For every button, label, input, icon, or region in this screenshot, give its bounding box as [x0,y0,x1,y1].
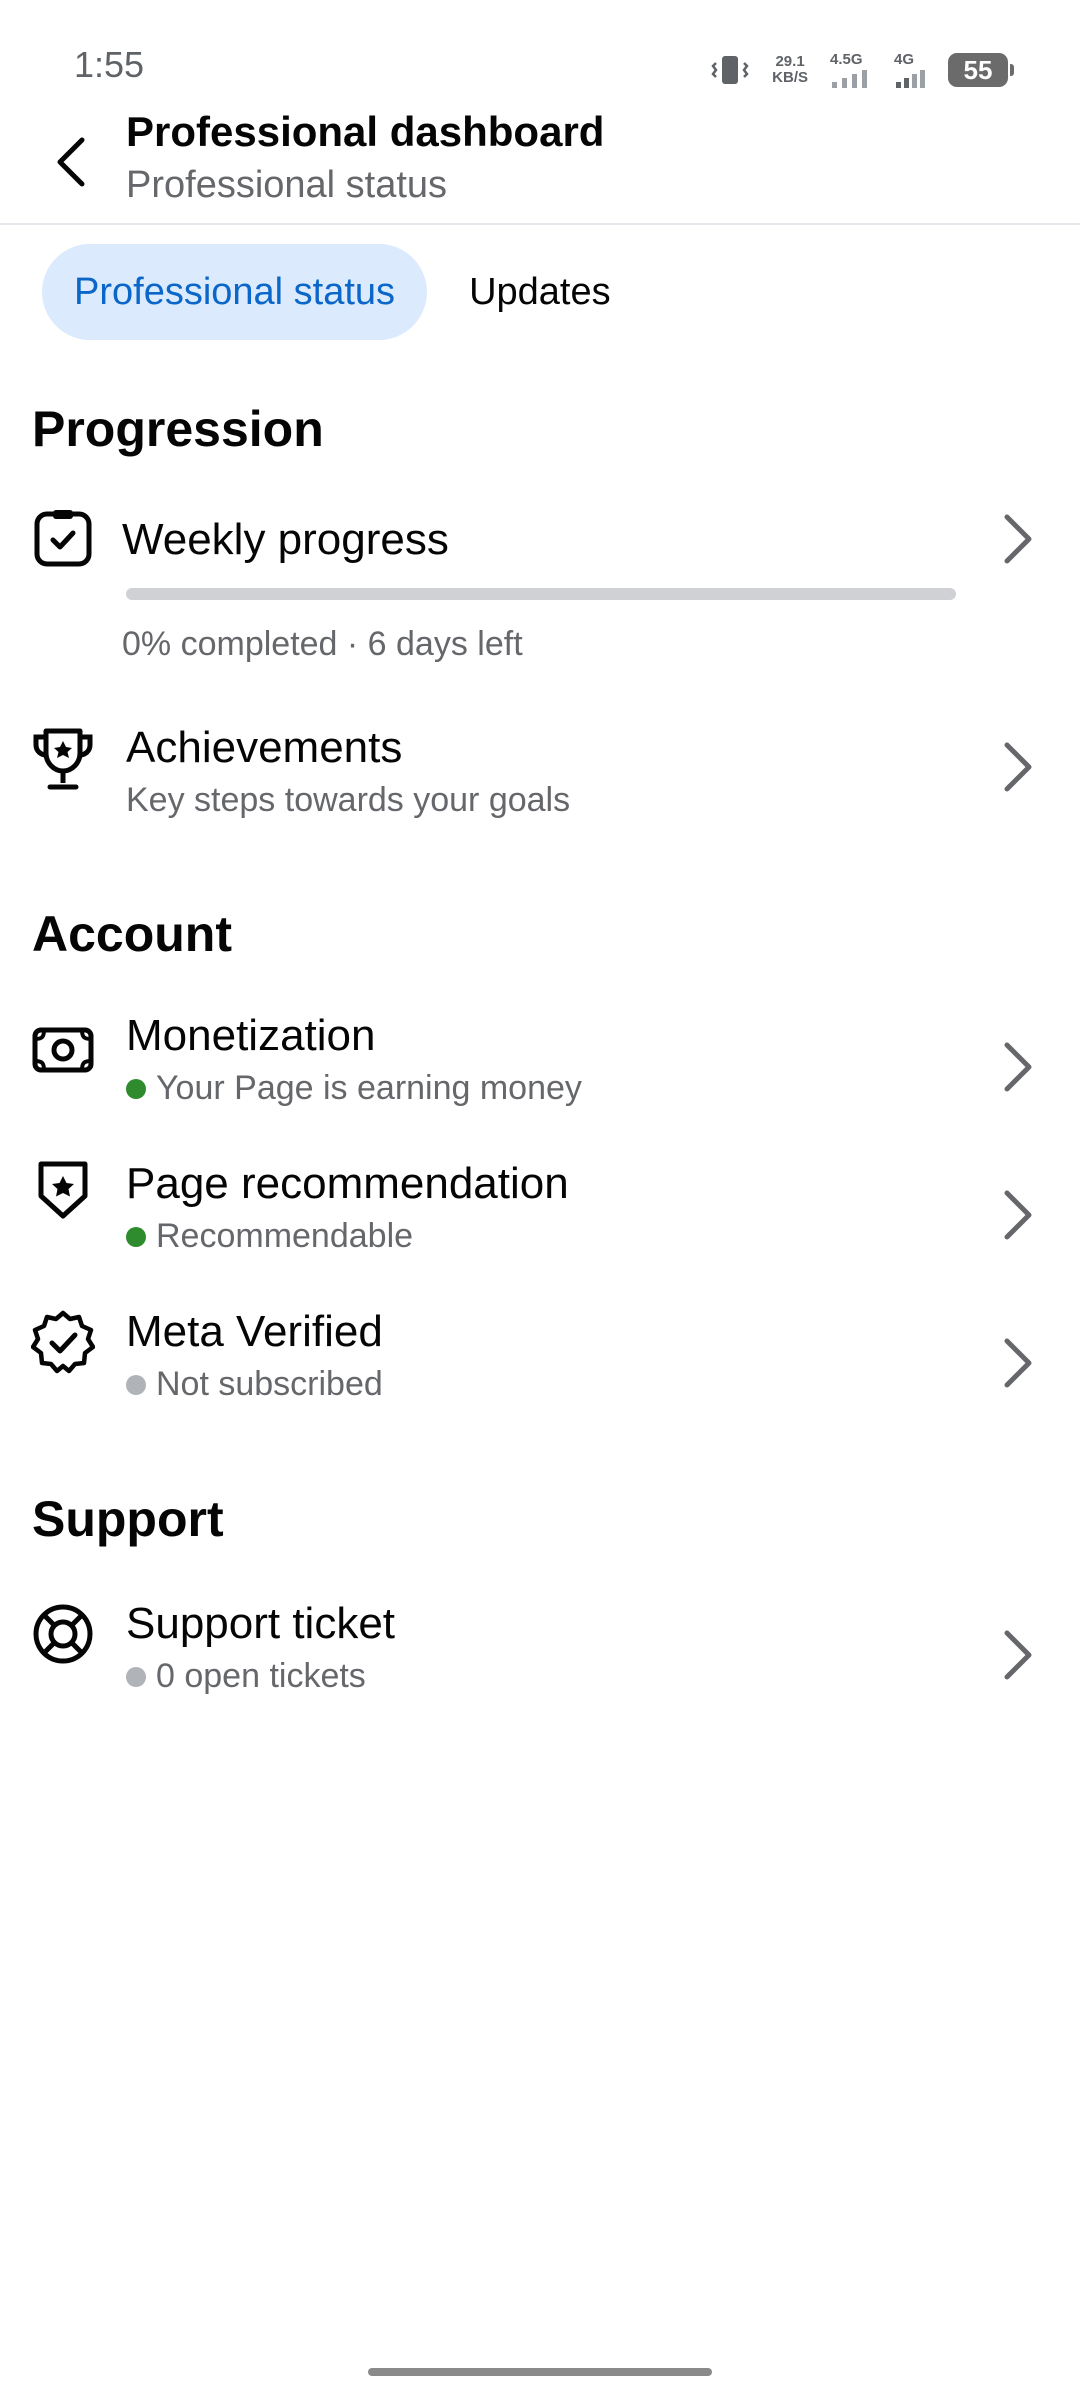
battery-icon: 55 [948,53,1014,87]
chevron-right-icon [994,1183,1042,1247]
lifebuoy-icon [30,1601,96,1667]
support-ticket-row[interactable]: Support ticket 0 open tickets [0,1593,1080,1713]
page-title: Professional dashboard [126,108,605,155]
page-subtitle: Professional status [126,164,448,206]
signal-bars-icon [832,70,867,88]
weekly-progress-label: Weekly progress [122,515,449,564]
section-title-account: Account [32,906,232,962]
achievements-sub: Key steps towards your goals [126,781,571,819]
chevron-right-icon [994,1035,1042,1099]
achievements-row[interactable]: Achievements Key steps towards your goal… [0,715,1080,835]
meta-verified-status: Not subscribed [126,1365,383,1404]
page-recommendation-sub: Recommendable [156,1217,414,1255]
section-title-progression: Progression [32,401,324,457]
support-ticket-label: Support ticket [126,1599,396,1648]
signal-bars-icon-2 [896,70,925,88]
status-dot-green [126,1226,146,1247]
status-dot-grey [126,1666,146,1687]
battery-level: 55 [963,54,993,85]
tab-updates[interactable]: Updates [437,244,643,340]
tab-professional-status[interactable]: Professional status [42,244,428,340]
money-icon [30,1017,96,1083]
trophy-icon [30,727,96,793]
status-dot-green [126,1078,146,1099]
status-dot-grey [126,1374,146,1395]
chevron-right-icon [994,1623,1042,1687]
support-ticket-sub: 0 open tickets [156,1657,366,1695]
vibrate-icon [711,56,749,84]
weekly-progress-status: 0% completed · 6 days left [122,625,523,663]
chevron-right-icon [994,507,1042,571]
page-recommendation-row[interactable]: Page recommendation Recommendable [0,1153,1080,1273]
tab-bar: Professional status Updates [42,244,643,340]
section-title-support: Support [32,1491,224,1547]
signal-label-1: 4.5G [830,51,863,68]
signal-label-2: 4G [894,51,915,68]
back-button[interactable] [40,130,104,194]
page: 1:55 29.1 KB/S 4.5G 4G 55 Professional d… [0,0,1080,2400]
page-recommendation-status: Recommendable [126,1217,413,1256]
chevron-right-icon [994,735,1042,799]
chevron-right-icon [994,1331,1042,1395]
home-indicator[interactable] [368,2368,712,2376]
monetization-label: Monetization [126,1011,376,1060]
meta-verified-row[interactable]: Meta Verified Not subscribed [0,1301,1080,1421]
status-time: 1:55 [74,44,145,85]
weekly-progress-bar [126,588,956,600]
shield-star-icon [30,1157,96,1223]
page-recommendation-label: Page recommendation [126,1159,569,1208]
network-speed-unit: KB/S [772,69,808,86]
network-speed: 29.1 KB/S [772,54,808,86]
monetization-sub: Your Page is earning money [156,1069,582,1107]
arrow-left-icon [57,137,85,187]
status-icons: 29.1 KB/S 4.5G 4G 55 [710,46,1014,94]
meta-verified-sub: Not subscribed [156,1365,383,1403]
signal-4-5g: 4.5G [830,52,872,88]
signal-4g: 4G [894,52,926,88]
app-header: Professional dashboard Professional stat… [0,100,1080,225]
meta-verified-label: Meta Verified [126,1307,383,1356]
verified-badge-icon [30,1309,96,1375]
monetization-row[interactable]: Monetization Your Page is earning money [0,1005,1080,1125]
achievements-label: Achievements [126,723,403,772]
network-speed-value: 29.1 [775,53,805,70]
checklist-icon [30,505,96,571]
weekly-progress-row[interactable]: Weekly progress 0% completed · 6 days le… [0,505,1080,675]
monetization-status: Your Page is earning money [126,1069,582,1108]
support-ticket-status: 0 open tickets [126,1657,366,1696]
